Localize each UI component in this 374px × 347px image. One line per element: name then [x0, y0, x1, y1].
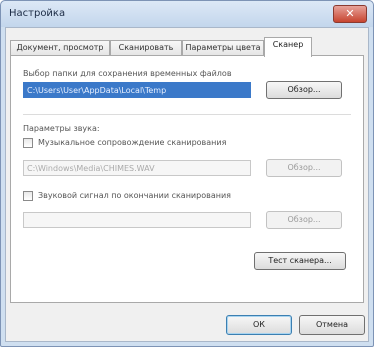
ok-button[interactable]: ОК: [226, 315, 292, 335]
temp-folder-label: Выбор папки для сохранения временных фай…: [23, 69, 232, 78]
tab-scanner[interactable]: Сканер: [264, 37, 312, 57]
music-checkbox[interactable]: [23, 138, 33, 148]
tab-scan[interactable]: Сканировать: [110, 40, 182, 56]
dialog-client-area: Документ, просмотр Сканировать Параметры…: [5, 27, 369, 342]
temp-folder-browse-button[interactable]: Обзор...: [266, 81, 342, 99]
music-browse-button[interactable]: Обзор...: [266, 159, 342, 177]
end-sound-checkbox-label: Звуковой сигнал по окончании сканировани…: [38, 191, 231, 200]
tab-strip: Документ, просмотр Сканировать Параметры…: [10, 37, 364, 57]
tab-document-view[interactable]: Документ, просмотр: [10, 40, 110, 56]
music-file-field[interactable]: C:\Windows\Media\CHIMES.WAV: [23, 160, 251, 176]
end-sound-file-field[interactable]: [23, 212, 251, 228]
cancel-button[interactable]: Отмена: [299, 315, 365, 335]
music-checkbox-label: Музыкальное сопровождение сканирования: [38, 138, 227, 147]
section-divider: [23, 114, 351, 115]
scanner-tab-panel: Выбор папки для сохранения временных фай…: [10, 55, 364, 303]
end-sound-checkbox[interactable]: [23, 191, 33, 201]
temp-folder-field[interactable]: C:\Users\User\AppData\Local\Temp: [23, 82, 251, 98]
end-sound-browse-button[interactable]: Обзор...: [266, 211, 342, 229]
test-scanner-button[interactable]: Тест сканера...: [254, 252, 346, 270]
title-bar[interactable]: Настройка ✕: [1, 1, 373, 27]
dialog-title: Настройка: [9, 8, 66, 19]
sound-settings-label: Параметры звука:: [23, 124, 100, 133]
close-button[interactable]: ✕: [333, 5, 367, 23]
settings-dialog: Настройка ✕ Документ, просмотр Сканирова…: [0, 0, 374, 347]
tab-color-settings[interactable]: Параметры цвета: [182, 40, 264, 56]
